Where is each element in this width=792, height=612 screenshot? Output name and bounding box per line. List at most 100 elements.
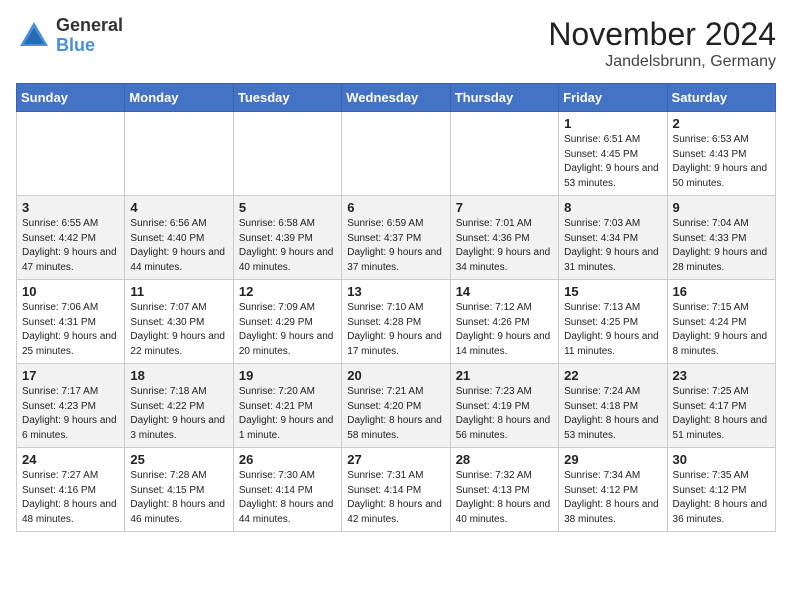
day-number: 9 <box>673 200 770 215</box>
calendar-cell <box>17 112 125 196</box>
day-info: Sunrise: 7:31 AM Sunset: 4:14 PM Dayligh… <box>347 469 444 527</box>
day-number: 16 <box>673 284 770 299</box>
day-info: Sunrise: 7:07 AM Sunset: 4:30 PM Dayligh… <box>130 301 227 359</box>
calendar-cell: 20 Sunrise: 7:21 AM Sunset: 4:20 PM Dayli… <box>342 364 450 448</box>
day-number: 17 <box>22 368 119 383</box>
day-number: 19 <box>239 368 336 383</box>
day-number: 12 <box>239 284 336 299</box>
day-info: Sunrise: 6:58 AM Sunset: 4:39 PM Dayligh… <box>239 217 336 275</box>
calendar-cell <box>233 112 341 196</box>
day-info: Sunrise: 7:10 AM Sunset: 4:28 PM Dayligh… <box>347 301 444 359</box>
day-info: Sunrise: 7:18 AM Sunset: 4:22 PM Dayligh… <box>130 385 227 443</box>
day-number: 8 <box>564 200 661 215</box>
day-number: 25 <box>130 452 227 467</box>
day-info: Sunrise: 7:09 AM Sunset: 4:29 PM Dayligh… <box>239 301 336 359</box>
day-number: 26 <box>239 452 336 467</box>
calendar-cell: 11 Sunrise: 7:07 AM Sunset: 4:30 PM Dayli… <box>125 280 233 364</box>
day-info: Sunrise: 7:30 AM Sunset: 4:14 PM Dayligh… <box>239 469 336 527</box>
logo-text: General Blue <box>56 16 123 56</box>
calendar-cell: 30 Sunrise: 7:35 AM Sunset: 4:12 PM Dayli… <box>667 448 775 532</box>
day-number: 7 <box>456 200 553 215</box>
day-info: Sunrise: 7:28 AM Sunset: 4:15 PM Dayligh… <box>130 469 227 527</box>
calendar-cell: 25 Sunrise: 7:28 AM Sunset: 4:15 PM Dayli… <box>125 448 233 532</box>
calendar-cell: 26 Sunrise: 7:30 AM Sunset: 4:14 PM Dayli… <box>233 448 341 532</box>
header-friday: Friday <box>559 84 667 112</box>
day-number: 14 <box>456 284 553 299</box>
day-info: Sunrise: 6:59 AM Sunset: 4:37 PM Dayligh… <box>347 217 444 275</box>
day-number: 10 <box>22 284 119 299</box>
calendar-cell: 22Sunrise: 7:24 AM Sunset: 4:18 PM Dayli… <box>559 364 667 448</box>
day-info: Sunrise: 7:03 AM Sunset: 4:34 PM Dayligh… <box>564 217 661 275</box>
calendar-cell: 28 Sunrise: 7:32 AM Sunset: 4:13 PM Dayli… <box>450 448 558 532</box>
day-number: 23 <box>673 368 770 383</box>
calendar-cell: 23 Sunrise: 7:25 AM Sunset: 4:17 PM Dayli… <box>667 364 775 448</box>
day-info: Sunrise: 6:55 AM Sunset: 4:42 PM Dayligh… <box>22 217 119 275</box>
day-number: 18 <box>130 368 227 383</box>
calendar-cell: 21 Sunrise: 7:23 AM Sunset: 4:19 PM Dayli… <box>450 364 558 448</box>
calendar-cell: 7 Sunrise: 7:01 AM Sunset: 4:36 PM Daylig… <box>450 196 558 280</box>
day-info: Sunrise: 6:53 AM Sunset: 4:43 PM Dayligh… <box>673 133 770 191</box>
title-section: November 2024 Jandelsbrunn, Germany <box>548 16 776 71</box>
logo: General Blue <box>16 16 123 56</box>
calendar-cell: 27 Sunrise: 7:31 AM Sunset: 4:14 PM Dayli… <box>342 448 450 532</box>
day-info: Sunrise: 7:32 AM Sunset: 4:13 PM Dayligh… <box>456 469 553 527</box>
day-info: Sunrise: 7:15 AM Sunset: 4:24 PM Dayligh… <box>673 301 770 359</box>
day-number: 4 <box>130 200 227 215</box>
calendar-cell <box>125 112 233 196</box>
header-thursday: Thursday <box>450 84 558 112</box>
day-number: 13 <box>347 284 444 299</box>
day-info: Sunrise: 7:27 AM Sunset: 4:16 PM Dayligh… <box>22 469 119 527</box>
calendar-cell: 19Sunrise: 7:20 AM Sunset: 4:21 PM Dayli… <box>233 364 341 448</box>
day-number: 27 <box>347 452 444 467</box>
header-saturday: Saturday <box>667 84 775 112</box>
location: Jandelsbrunn, Germany <box>548 53 776 71</box>
logo-icon <box>16 18 52 54</box>
calendar-cell: 17 Sunrise: 7:17 AM Sunset: 4:23 PM Dayli… <box>17 364 125 448</box>
day-info: Sunrise: 7:23 AM Sunset: 4:19 PM Dayligh… <box>456 385 553 443</box>
day-number: 29 <box>564 452 661 467</box>
header-wednesday: Wednesday <box>342 84 450 112</box>
calendar-week-3: 10 Sunrise: 7:06 AM Sunset: 4:31 PM Dayli… <box>17 280 776 364</box>
calendar-cell: 14Sunrise: 7:12 AM Sunset: 4:26 PM Dayli… <box>450 280 558 364</box>
header-tuesday: Tuesday <box>233 84 341 112</box>
calendar-week-4: 17 Sunrise: 7:17 AM Sunset: 4:23 PM Dayli… <box>17 364 776 448</box>
calendar-cell: 16 Sunrise: 7:15 AM Sunset: 4:24 PM Dayli… <box>667 280 775 364</box>
day-info: Sunrise: 6:51 AM Sunset: 4:45 PM Dayligh… <box>564 133 661 191</box>
calendar-table: SundayMondayTuesdayWednesdayThursdayFrid… <box>16 83 776 532</box>
calendar-cell: 5Sunrise: 6:58 AM Sunset: 4:39 PM Daylig… <box>233 196 341 280</box>
day-info: Sunrise: 7:24 AM Sunset: 4:18 PM Dayligh… <box>564 385 661 443</box>
day-info: Sunrise: 7:17 AM Sunset: 4:23 PM Dayligh… <box>22 385 119 443</box>
day-info: Sunrise: 7:06 AM Sunset: 4:31 PM Dayligh… <box>22 301 119 359</box>
calendar-cell <box>450 112 558 196</box>
calendar-cell: 29Sunrise: 7:34 AM Sunset: 4:12 PM Dayli… <box>559 448 667 532</box>
day-info: Sunrise: 7:25 AM Sunset: 4:17 PM Dayligh… <box>673 385 770 443</box>
calendar-cell: 9 Sunrise: 7:04 AM Sunset: 4:33 PM Daylig… <box>667 196 775 280</box>
day-number: 28 <box>456 452 553 467</box>
day-number: 11 <box>130 284 227 299</box>
calendar-cell: 3 Sunrise: 6:55 AM Sunset: 4:42 PM Daylig… <box>17 196 125 280</box>
day-info: Sunrise: 7:13 AM Sunset: 4:25 PM Dayligh… <box>564 301 661 359</box>
day-number: 30 <box>673 452 770 467</box>
calendar-cell: 15 Sunrise: 7:13 AM Sunset: 4:25 PM Dayli… <box>559 280 667 364</box>
day-info: Sunrise: 7:35 AM Sunset: 4:12 PM Dayligh… <box>673 469 770 527</box>
day-number: 21 <box>456 368 553 383</box>
calendar-week-5: 24 Sunrise: 7:27 AM Sunset: 4:16 PM Dayli… <box>17 448 776 532</box>
page-header: General Blue November 2024 Jandelsbrunn,… <box>16 16 776 71</box>
day-number: 2 <box>673 116 770 131</box>
day-info: Sunrise: 7:21 AM Sunset: 4:20 PM Dayligh… <box>347 385 444 443</box>
calendar-cell: 13 Sunrise: 7:10 AM Sunset: 4:28 PM Dayli… <box>342 280 450 364</box>
day-number: 3 <box>22 200 119 215</box>
day-number: 24 <box>22 452 119 467</box>
calendar-cell: 12 Sunrise: 7:09 AM Sunset: 4:29 PM Dayli… <box>233 280 341 364</box>
header-monday: Monday <box>125 84 233 112</box>
header-sunday: Sunday <box>17 84 125 112</box>
calendar-week-2: 3 Sunrise: 6:55 AM Sunset: 4:42 PM Daylig… <box>17 196 776 280</box>
month-title: November 2024 <box>548 16 776 53</box>
calendar-cell: 1Sunrise: 6:51 AM Sunset: 4:45 PM Daylig… <box>559 112 667 196</box>
day-info: Sunrise: 7:01 AM Sunset: 4:36 PM Dayligh… <box>456 217 553 275</box>
day-info: Sunrise: 7:04 AM Sunset: 4:33 PM Dayligh… <box>673 217 770 275</box>
calendar-cell: 6Sunrise: 6:59 AM Sunset: 4:37 PM Daylig… <box>342 196 450 280</box>
day-number: 20 <box>347 368 444 383</box>
calendar-cell: 4Sunrise: 6:56 AM Sunset: 4:40 PM Daylig… <box>125 196 233 280</box>
day-number: 15 <box>564 284 661 299</box>
